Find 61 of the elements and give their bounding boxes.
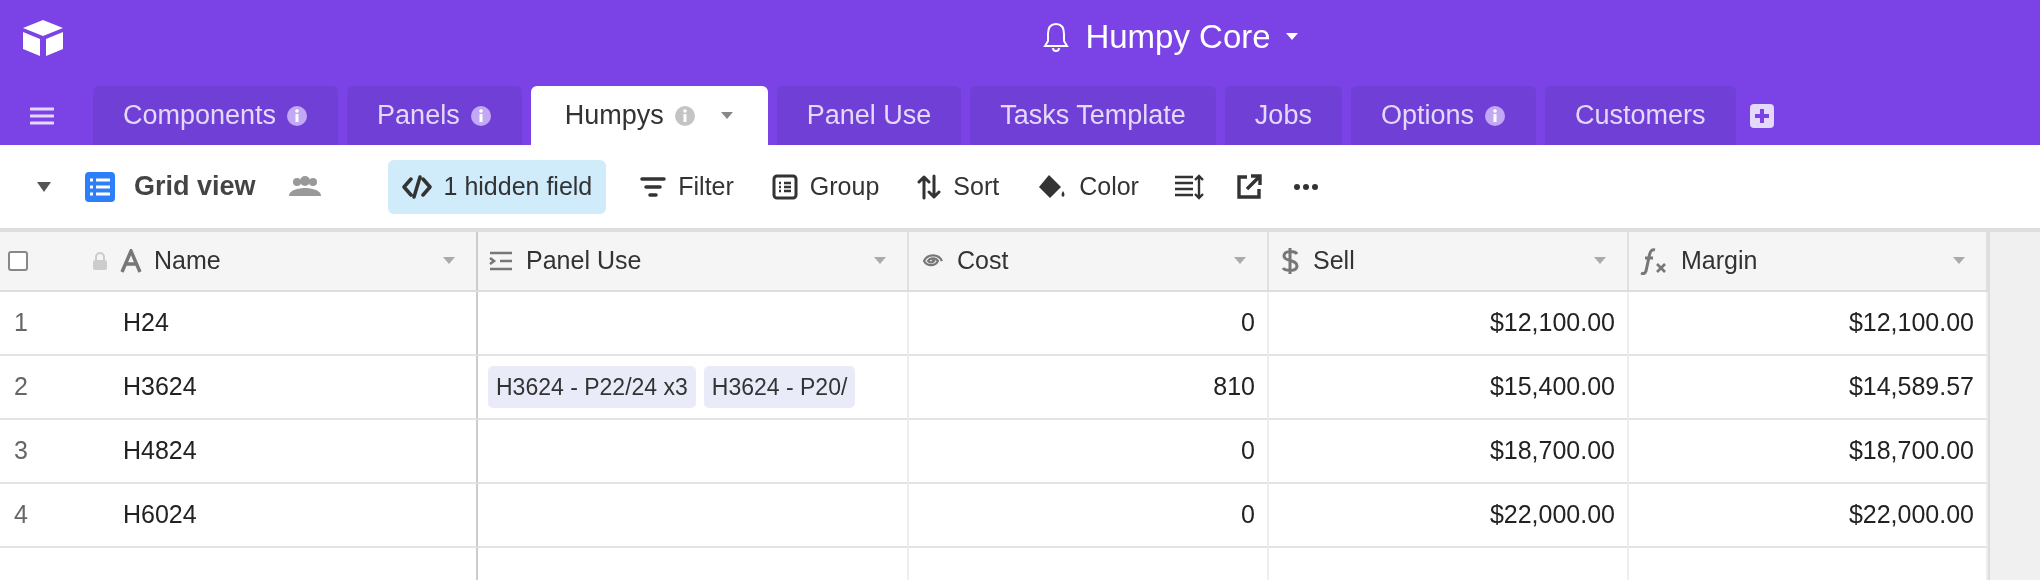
color-button[interactable]: Color <box>1033 159 1143 214</box>
table-cell: H6024 <box>123 484 478 548</box>
table-cell: $12,100.00 <box>1269 292 1629 356</box>
row-number: 1 <box>0 292 123 356</box>
row-number: 4 <box>0 484 123 548</box>
table-cell: H4824 <box>123 420 478 484</box>
list-icon <box>771 173 798 200</box>
column-header[interactable]: Cost <box>957 242 1233 280</box>
menu-icon[interactable] <box>30 105 54 126</box>
table-cell: 810 <box>909 356 1269 420</box>
code-icon <box>401 174 432 199</box>
sort-button[interactable]: Sort <box>913 159 1004 214</box>
lock-icon <box>92 252 108 270</box>
linked-record-chip[interactable]: H3624 - P22/24 x3 <box>488 365 696 409</box>
table-tab[interactable]: Tasks Template <box>970 86 1216 145</box>
share-icon[interactable] <box>1234 172 1263 201</box>
select-all-checkbox[interactable] <box>8 251 28 271</box>
table-tab[interactable]: Components <box>93 86 339 145</box>
hidden-fields-button[interactable]: 1 hidden field <box>387 159 607 214</box>
info-icon[interactable] <box>469 104 492 127</box>
info-icon[interactable] <box>1483 104 1506 127</box>
caret-icon[interactable] <box>1284 32 1299 42</box>
table-tab[interactable]: Panels <box>347 86 522 145</box>
row-number: 2 <box>0 356 123 420</box>
table-tab[interactable]: Jobs <box>1224 86 1342 145</box>
linked-lines-icon <box>488 250 514 272</box>
base-title[interactable]: Humpy Core <box>1085 12 1271 62</box>
linked-record-chip[interactable]: H3624 - P20/ <box>703 365 856 409</box>
dollar-icon <box>1279 247 1301 275</box>
group-button[interactable]: Group <box>767 159 884 214</box>
caret-icon[interactable] <box>719 110 734 121</box>
table-tab[interactable]: Options <box>1350 86 1536 145</box>
column-header[interactable]: Panel Use <box>526 242 873 280</box>
column-header[interactable]: Margin <box>1681 242 1952 280</box>
table-cell: 0 <box>909 292 1269 356</box>
logo-icon[interactable] <box>20 18 66 58</box>
filter-button[interactable]: Filter <box>636 159 738 214</box>
add-icon[interactable] <box>1748 102 1775 129</box>
table-cell: $15,400.00 <box>1269 356 1629 420</box>
table-cell: H3624 <box>123 356 478 420</box>
formula-icon <box>1639 247 1669 275</box>
table-cell: 0 <box>909 484 1269 548</box>
more-icon[interactable] <box>1292 182 1319 191</box>
filter-icon <box>640 175 667 198</box>
caret-icon[interactable] <box>36 180 52 193</box>
column-header[interactable]: Name <box>154 242 442 280</box>
grid-view-icon <box>84 170 116 203</box>
row-height-icon[interactable] <box>1172 172 1205 201</box>
table-cell: $22,000.00 <box>1269 484 1629 548</box>
sort-icon <box>917 173 942 200</box>
table-tab[interactable]: Panel Use <box>776 86 962 145</box>
row-number: 3 <box>0 420 123 484</box>
letter-a-icon <box>120 249 142 273</box>
table-tab[interactable]: Humpys <box>530 86 768 145</box>
info-icon[interactable] <box>286 104 309 127</box>
table-cell: $18,700.00 <box>1269 420 1629 484</box>
table-cell: 0 <box>909 420 1269 484</box>
column-header[interactable]: Sell <box>1313 242 1593 280</box>
table-cell: H24 <box>123 292 478 356</box>
table-tab[interactable]: Customers <box>1544 86 1736 145</box>
view-name[interactable]: Grid view <box>134 166 256 207</box>
